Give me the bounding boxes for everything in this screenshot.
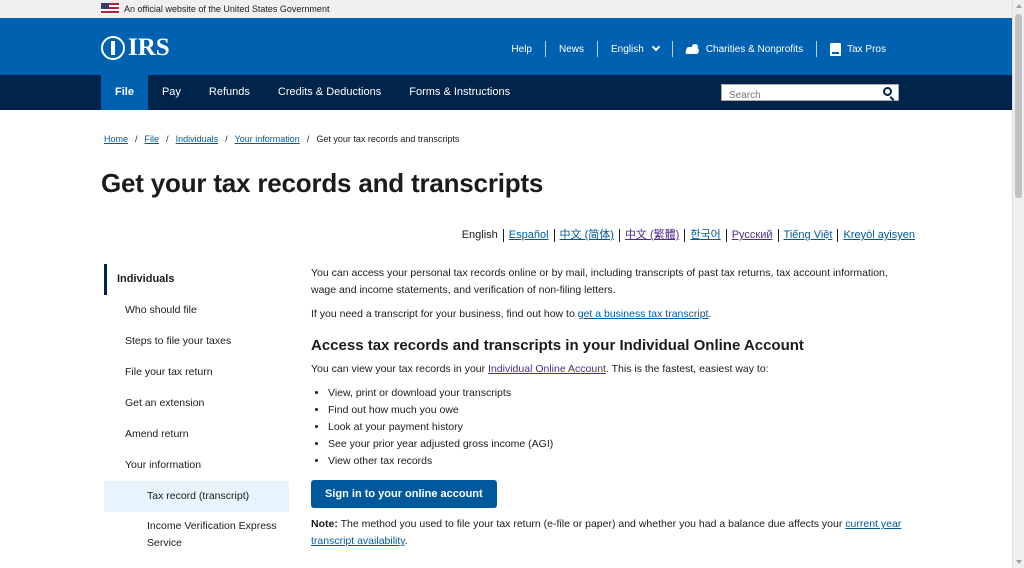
eagle-icon bbox=[101, 36, 125, 60]
sidebar-item-file-your-tax-return[interactable]: File your tax return bbox=[104, 357, 289, 388]
note-text: The method you used to file your tax ret… bbox=[337, 518, 846, 530]
search-input[interactable] bbox=[722, 88, 877, 103]
search-icon[interactable] bbox=[883, 87, 892, 96]
main-content: You can access your personal tax records… bbox=[311, 265, 911, 557]
business-paragraph: If you need a transcript for your busine… bbox=[311, 306, 911, 323]
news-link[interactable]: News bbox=[545, 41, 597, 57]
lang-vietnamese[interactable]: Tiếng Việt bbox=[777, 229, 838, 242]
sidebar-item-your-information[interactable]: Your information bbox=[104, 450, 289, 481]
tax-pros-label: Tax Pros bbox=[847, 43, 886, 55]
lang-russian[interactable]: Русский bbox=[725, 229, 778, 242]
language-dropdown[interactable]: English bbox=[597, 41, 672, 57]
nav-forms-instructions[interactable]: Forms & Instructions bbox=[395, 75, 524, 110]
sidebar-item-income-verification[interactable]: Income Verification Express Service bbox=[104, 512, 289, 558]
list-item: See your prior year adjusted gross incom… bbox=[328, 436, 911, 453]
book-icon bbox=[830, 42, 842, 56]
sign-in-button[interactable]: Sign in to your online account bbox=[311, 480, 497, 508]
nav-refunds[interactable]: Refunds bbox=[195, 75, 264, 110]
scrollbar[interactable] bbox=[1012, 0, 1024, 568]
site-header: IRS Help News English Charities & Nonpro… bbox=[0, 18, 1012, 75]
help-link[interactable]: Help bbox=[498, 41, 545, 57]
business-text: If you need a transcript for your busine… bbox=[311, 308, 578, 320]
sidebar-item-get-an-extension[interactable]: Get an extension bbox=[104, 388, 289, 419]
breadcrumb-individuals[interactable]: Individuals bbox=[176, 134, 219, 144]
business-suffix: . bbox=[708, 308, 712, 320]
breadcrumb-file[interactable]: File bbox=[145, 134, 160, 144]
charities-label: Charities & Nonprofits bbox=[705, 43, 804, 55]
sidebar-item-tax-record[interactable]: Tax record (transcript) bbox=[104, 481, 289, 512]
list-item: Look at your payment history bbox=[328, 419, 911, 436]
list-item: Find out how much you owe bbox=[328, 402, 911, 419]
gov-banner-text: An official website of the United States… bbox=[124, 4, 330, 14]
utility-nav: Help News English Charities & Nonprofits… bbox=[498, 40, 899, 58]
us-flag-icon bbox=[101, 3, 119, 15]
features-list: View, print or download your transcripts… bbox=[311, 385, 911, 470]
view-suffix: . This is the fastest, easiest way to: bbox=[605, 363, 769, 375]
breadcrumb-separator: / bbox=[135, 134, 138, 144]
breadcrumb-home[interactable]: Home bbox=[104, 134, 128, 144]
note-suffix: . bbox=[404, 535, 408, 547]
search-box bbox=[721, 84, 899, 103]
nav-pay[interactable]: Pay bbox=[148, 75, 195, 110]
page-title: Get your tax records and transcripts bbox=[101, 168, 544, 198]
nav-credits-deductions[interactable]: Credits & Deductions bbox=[264, 75, 395, 110]
nav-file[interactable]: File bbox=[101, 75, 148, 110]
charities-link[interactable]: Charities & Nonprofits bbox=[671, 41, 816, 57]
note-paragraph: Note: The method you used to file your t… bbox=[311, 516, 911, 550]
scroll-down-icon[interactable] bbox=[1016, 560, 1022, 564]
sidebar-item-who-should-file[interactable]: Who should file bbox=[104, 295, 289, 326]
business-transcript-link[interactable]: get a business tax transcript bbox=[578, 308, 709, 320]
gov-banner: An official website of the United States… bbox=[0, 0, 1012, 18]
lang-korean[interactable]: 한국어 bbox=[684, 229, 725, 242]
irs-logo[interactable]: IRS bbox=[101, 34, 170, 61]
scroll-thumb[interactable] bbox=[1015, 14, 1022, 198]
help-label: Help bbox=[511, 43, 532, 55]
lang-spanish[interactable]: Español bbox=[502, 229, 554, 242]
logo-text: IRS bbox=[128, 34, 170, 61]
hand-icon bbox=[686, 43, 700, 55]
lang-haitian-creole[interactable]: Kreyòl ayisyen bbox=[837, 229, 920, 242]
scroll-up-icon[interactable] bbox=[1016, 4, 1022, 8]
news-label: News bbox=[559, 43, 585, 55]
list-item: View other tax records bbox=[328, 453, 911, 470]
breadcrumb: Home / File / Individuals / Your informa… bbox=[104, 134, 459, 144]
language-selector: English Español 中文 (简体) 中文 (繁體) 한국어 Русс… bbox=[457, 229, 920, 242]
chevron-down-icon bbox=[651, 42, 661, 52]
sidebar-item-amend-return[interactable]: Amend return bbox=[104, 419, 289, 450]
breadcrumb-separator: / bbox=[225, 134, 228, 144]
view-text: You can view your tax records in your bbox=[311, 363, 489, 375]
breadcrumb-your-information[interactable]: Your information bbox=[235, 134, 300, 144]
language-label: English bbox=[611, 43, 644, 55]
breadcrumb-separator: / bbox=[306, 134, 310, 144]
lang-chinese-traditional[interactable]: 中文 (繁體) bbox=[618, 229, 684, 242]
view-paragraph: You can view your tax records in your In… bbox=[311, 361, 911, 378]
lang-chinese-simplified[interactable]: 中文 (简体) bbox=[553, 229, 619, 242]
breadcrumb-separator: / bbox=[166, 134, 169, 144]
lang-current: English bbox=[461, 229, 498, 241]
sidebar-nav: Individuals Who should file Steps to fil… bbox=[104, 264, 289, 558]
section-heading: Access tax records and transcripts in yo… bbox=[311, 337, 804, 354]
breadcrumb-current: Get your tax records and transcripts bbox=[316, 134, 460, 144]
sidebar-heading[interactable]: Individuals bbox=[104, 264, 289, 295]
note-label: Note: bbox=[311, 518, 338, 530]
intro-paragraph: You can access your personal tax records… bbox=[311, 267, 888, 296]
tax-pros-link[interactable]: Tax Pros bbox=[816, 41, 899, 57]
sidebar-item-steps-to-file[interactable]: Steps to file your taxes bbox=[104, 326, 289, 357]
online-account-link[interactable]: Individual Online Account bbox=[488, 363, 606, 375]
main-nav: File Pay Refunds Credits & Deductions Fo… bbox=[0, 75, 1012, 110]
list-item: View, print or download your transcripts bbox=[328, 385, 911, 402]
